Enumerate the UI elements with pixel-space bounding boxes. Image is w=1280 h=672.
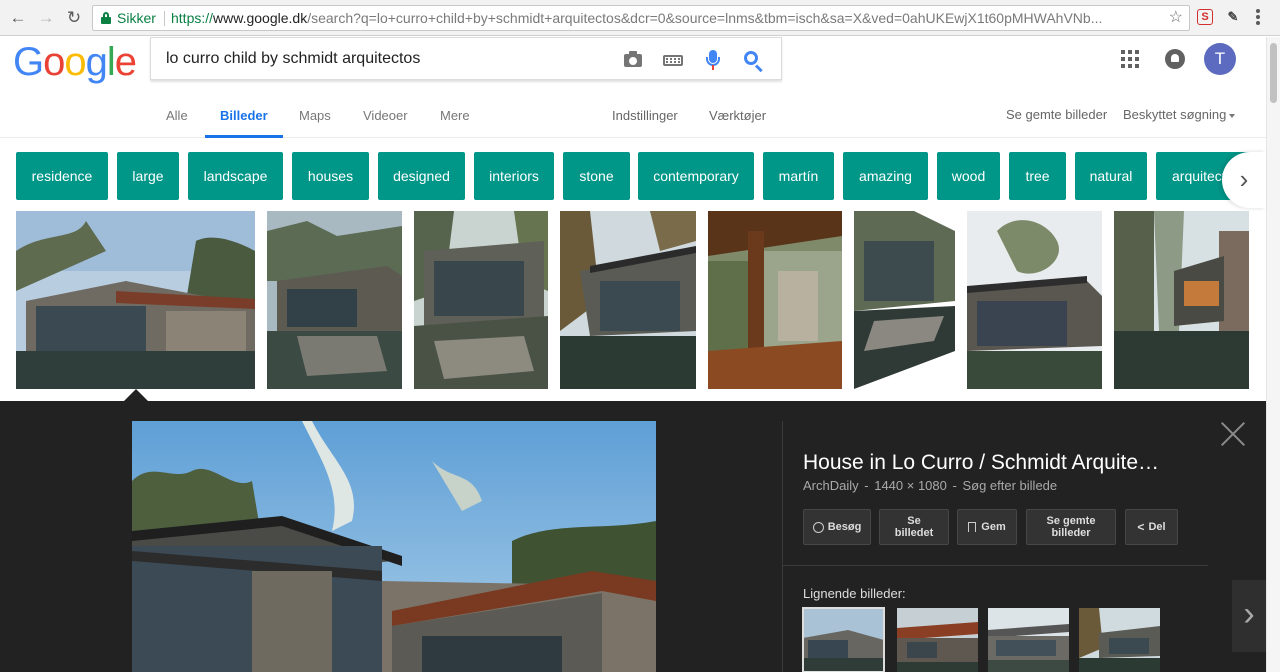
chip-designed[interactable]: designed: [378, 152, 465, 200]
search-box: [150, 37, 782, 80]
search-by-image-link[interactable]: Søg efter billede: [962, 478, 1057, 493]
tab-videos[interactable]: Videoer: [363, 108, 408, 123]
chip-large[interactable]: large: [117, 152, 179, 200]
tab-more[interactable]: Mere: [440, 108, 470, 123]
chip-residence[interactable]: residence: [16, 152, 108, 200]
visit-button[interactable]: Besøg: [803, 509, 871, 545]
similar-images-label: Lignende billeder:: [803, 586, 906, 601]
similar-thumbnail-3-image[interactable]: [988, 608, 1069, 672]
close-icon[interactable]: [1220, 421, 1246, 447]
camera-icon[interactable]: [622, 49, 644, 71]
safe-search-dropdown[interactable]: Beskyttet søgning: [1123, 107, 1236, 122]
search-tabs: Alle Billeder Maps Videoer Mere Indstill…: [0, 96, 1266, 138]
chip-wood[interactable]: wood: [937, 152, 1000, 200]
scrollbar-thumb[interactable]: [1270, 43, 1277, 103]
chip-landscape[interactable]: landscape: [188, 152, 283, 200]
similar-thumbnail-1-image[interactable]: [802, 607, 885, 672]
chip-stone[interactable]: stone: [563, 152, 630, 200]
chip-martin[interactable]: martín: [763, 152, 834, 200]
thumbnail-1-image[interactable]: [16, 211, 255, 389]
thumbnail-5-image[interactable]: [708, 211, 842, 389]
extension-brush-icon[interactable]: ✎: [1224, 8, 1242, 26]
panel-section-divider: [783, 565, 1208, 566]
search-icon[interactable]: [742, 49, 764, 73]
microphone-icon[interactable]: [702, 49, 724, 71]
apps-grid-icon[interactable]: [1121, 50, 1139, 68]
share-icon: <: [1137, 520, 1145, 534]
chip-amazing[interactable]: amazing: [843, 152, 928, 200]
page-scrollbar[interactable]: [1266, 37, 1280, 672]
thumbnail-7-image[interactable]: [967, 211, 1102, 389]
share-button[interactable]: < Del: [1125, 509, 1178, 545]
chip-houses[interactable]: houses: [292, 152, 369, 200]
url-text[interactable]: https://www.google.dk/search?q=lo+curro+…: [171, 6, 1102, 30]
reload-icon[interactable]: ↻: [64, 8, 84, 28]
view-image-label-line2: billedet: [894, 527, 934, 539]
chip-interiors[interactable]: interiors: [474, 152, 554, 200]
view-saved-label-line2: billeder: [1051, 527, 1091, 539]
chevron-down-icon: [1229, 113, 1236, 118]
globe-icon: [812, 521, 824, 533]
view-image-button[interactable]: Se billedet: [879, 509, 949, 545]
thumbnail-2-image[interactable]: [267, 211, 402, 389]
keyboard-icon[interactable]: [662, 49, 684, 71]
browser-menu-icon[interactable]: [1256, 9, 1260, 27]
tab-all[interactable]: Alle: [166, 108, 188, 123]
chip-tree[interactable]: tree: [1009, 152, 1066, 200]
meta-separator: -: [952, 478, 957, 493]
secure-label: Sikker: [117, 10, 156, 26]
url-path: /search?q=lo+curro+child+by+schmidt+arqu…: [307, 10, 1103, 26]
back-arrow-icon[interactable]: ←: [8, 8, 28, 28]
visit-label: Besøg: [827, 521, 862, 533]
address-divider: [164, 11, 165, 26]
address-bar[interactable]: Sikker https://www.google.dk/search?q=lo…: [92, 5, 1190, 31]
preview-title[interactable]: House in Lo Curro / Schmidt Arquite…: [803, 451, 1223, 475]
view-saved-label-line1: Se gemte: [1046, 515, 1096, 527]
source-link[interactable]: ArchDaily: [803, 478, 859, 493]
share-label: Del: [1148, 521, 1166, 533]
active-tab-indicator: [205, 135, 283, 138]
save-button[interactable]: Gem: [957, 509, 1017, 545]
bookmark-star-icon[interactable]: ☆: [1169, 6, 1183, 30]
thumbnail-6-image[interactable]: [854, 211, 955, 389]
similar-thumbnail-4-image[interactable]: [1079, 608, 1160, 672]
search-input[interactable]: [166, 48, 606, 70]
bookmark-icon: [968, 522, 977, 532]
thumbnail-3-image[interactable]: [414, 211, 548, 389]
meta-separator: -: [864, 478, 869, 493]
image-preview-panel: House in Lo Curro / Schmidt Arquite… Arc…: [0, 401, 1266, 672]
settings-link[interactable]: Indstillinger: [612, 108, 678, 123]
safe-search-label: Beskyttet søgning: [1123, 107, 1227, 122]
saved-images-link[interactable]: Se gemte billeder: [1006, 107, 1107, 122]
related-chips: residence large landscape houses designe…: [16, 152, 1260, 200]
thumbnail-4-image[interactable]: [560, 211, 696, 389]
thumbnail-8-image[interactable]: [1114, 211, 1249, 389]
tab-maps[interactable]: Maps: [299, 108, 331, 123]
lock-icon: [101, 12, 111, 24]
similar-thumbnail-2-image[interactable]: [897, 608, 978, 672]
notifications-bell-icon[interactable]: [1165, 49, 1185, 69]
view-image-label-line1: Se: [907, 515, 921, 527]
preview-meta: ArchDaily - 1440 × 1080 - Søg efter bill…: [803, 478, 1059, 493]
extension-s-icon[interactable]: S: [1197, 9, 1213, 25]
image-dimensions: 1440 × 1080: [874, 478, 947, 493]
url-host: www.google.dk: [213, 10, 308, 26]
tools-link[interactable]: Værktøjer: [709, 108, 766, 123]
preview-image[interactable]: [132, 421, 656, 672]
url-protocol: https://: [171, 10, 214, 26]
save-label: Gem: [981, 521, 1006, 533]
avatar[interactable]: T: [1204, 43, 1236, 75]
panel-divider: [782, 421, 783, 672]
tab-images[interactable]: Billeder: [220, 108, 268, 123]
chip-contemporary[interactable]: contemporary: [638, 152, 754, 200]
selected-thumbnail-pointer: [124, 389, 148, 401]
forward-arrow-icon[interactable]: →: [36, 8, 56, 28]
browser-toolbar: ← → ↻ Sikker https://www.google.dk/searc…: [0, 0, 1280, 36]
google-logo[interactable]: Google: [13, 40, 137, 84]
next-image-chevron-icon[interactable]: ›: [1232, 580, 1266, 652]
view-saved-button[interactable]: Se gemte billeder: [1026, 509, 1116, 545]
chip-natural[interactable]: natural: [1075, 152, 1147, 200]
